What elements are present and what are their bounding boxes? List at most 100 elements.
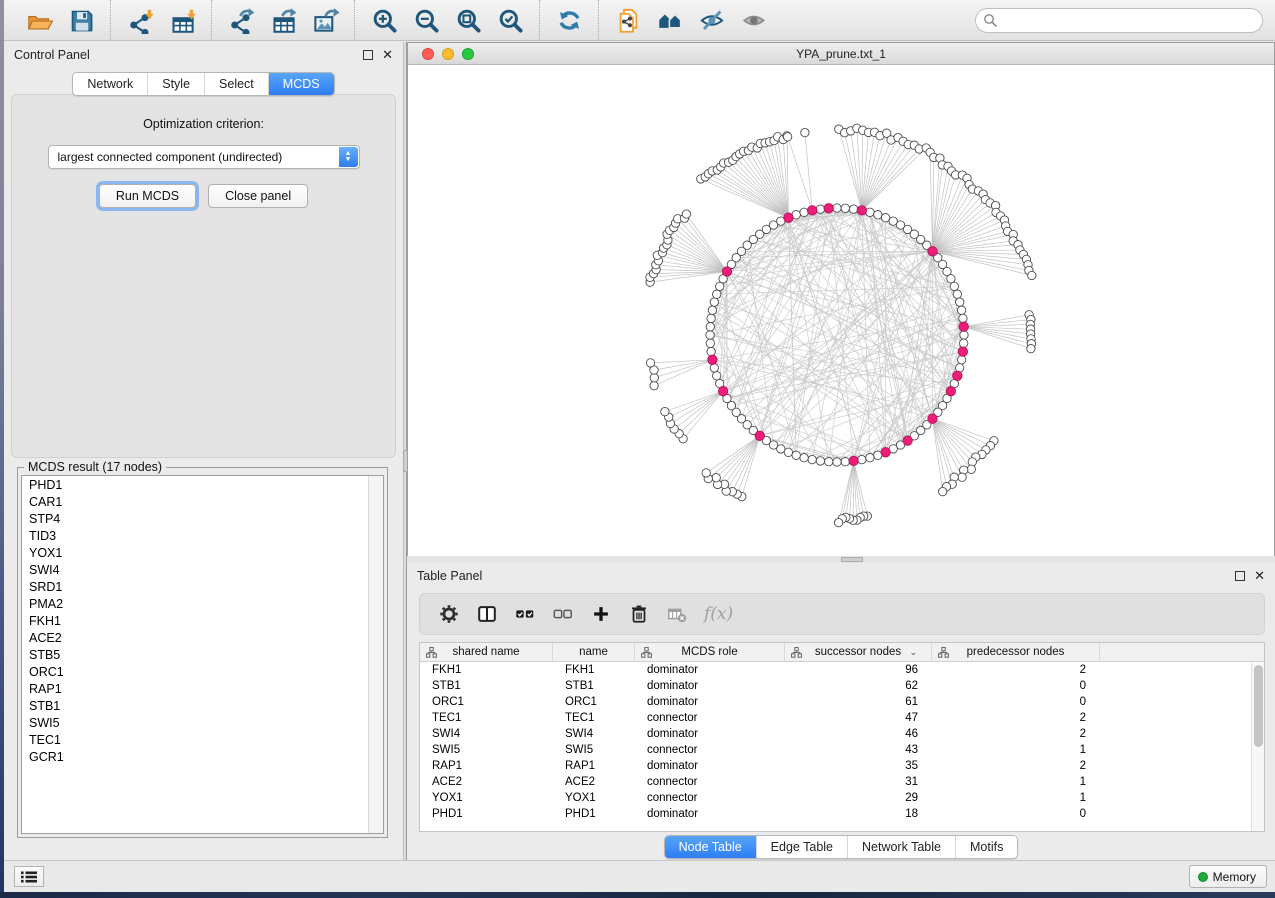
run-mcds-button[interactable]: Run MCDS: [99, 184, 196, 208]
maximize-window-button[interactable]: [462, 48, 474, 60]
gear-button[interactable]: [438, 603, 460, 625]
add-button[interactable]: [590, 603, 612, 625]
select-all-button[interactable]: [514, 603, 536, 625]
optimization-label: Optimization criterion:: [12, 117, 395, 131]
mcds-result-item[interactable]: SRD1: [22, 578, 383, 595]
export-network-button[interactable]: [220, 3, 262, 37]
first-neighbors-button[interactable]: [649, 3, 691, 37]
zoom-selected-button[interactable]: [489, 3, 531, 37]
column-type-icon: [641, 647, 652, 658]
table-row[interactable]: TEC1TEC1connector472: [420, 710, 1264, 726]
import-network-button[interactable]: [119, 3, 161, 37]
hide-selected-button[interactable]: [691, 3, 733, 37]
column-header-successor-nodes[interactable]: successor nodes⌄: [785, 643, 932, 661]
network-titlebar[interactable]: YPA_prune.txt_1: [408, 43, 1274, 65]
table-row[interactable]: SWI4SWI4dominator462: [420, 726, 1264, 742]
table-tab-node-table[interactable]: Node Table: [665, 836, 756, 858]
open-folder-button[interactable]: [18, 3, 60, 37]
import-table-button[interactable]: [161, 3, 203, 37]
table-row[interactable]: ACE2ACE2connector311: [420, 774, 1264, 790]
network-canvas[interactable]: [408, 65, 1274, 556]
h-splitter-handle[interactable]: [841, 557, 863, 562]
mcds-list-scrollbar[interactable]: [368, 476, 383, 833]
column-header-predecessor-nodes[interactable]: predecessor nodes: [932, 643, 1100, 661]
column-header-shared-name[interactable]: shared name: [420, 643, 553, 661]
export-table-button[interactable]: [262, 3, 304, 37]
tab-style[interactable]: Style: [147, 73, 204, 95]
mcds-result-item[interactable]: CAR1: [22, 493, 383, 510]
horizontal-splitter[interactable]: [407, 556, 1275, 563]
column-header-name[interactable]: name: [553, 643, 635, 661]
mcds-result-item[interactable]: SWI5: [22, 714, 383, 731]
mcds-result-item[interactable]: PHD1: [22, 476, 383, 493]
table-row[interactable]: FKH1FKH1dominator962: [420, 662, 1264, 678]
float-table-panel-icon[interactable]: [1235, 571, 1245, 581]
zoom-selected-icon: [497, 7, 524, 34]
deselect-all-button[interactable]: [552, 603, 574, 625]
mcds-result-item[interactable]: FKH1: [22, 612, 383, 629]
search-input[interactable]: [998, 14, 1262, 28]
export-image-button[interactable]: [304, 3, 346, 37]
table-row[interactable]: ORC1ORC1dominator610: [420, 694, 1264, 710]
table-tab-edge-table[interactable]: Edge Table: [756, 836, 847, 858]
mcds-result-item[interactable]: STB1: [22, 697, 383, 714]
toolbar-group: [539, 0, 598, 40]
columns-button[interactable]: [476, 603, 498, 625]
tab-select[interactable]: Select: [204, 73, 268, 95]
mcds-result-item[interactable]: TEC1: [22, 731, 383, 748]
mcds-result-item[interactable]: STP4: [22, 510, 383, 527]
table-cell: 35: [785, 758, 932, 774]
mcds-result-item[interactable]: ORC1: [22, 663, 383, 680]
table-scrollbar-thumb[interactable]: [1254, 665, 1263, 747]
show-all-button[interactable]: [733, 3, 775, 37]
new-from-selection-button[interactable]: [607, 3, 649, 37]
table-tab-network-table[interactable]: Network Table: [847, 836, 955, 858]
mcds-result-item[interactable]: PMA2: [22, 595, 383, 612]
mcds-result-item[interactable]: STB5: [22, 646, 383, 663]
memory-button[interactable]: Memory: [1189, 865, 1267, 888]
add-icon: [590, 603, 612, 625]
mcds-result-item[interactable]: ACE2: [22, 629, 383, 646]
close-window-button[interactable]: [422, 48, 434, 60]
zoom-in-button[interactable]: [363, 3, 405, 37]
mcds-result-item[interactable]: RAP1: [22, 680, 383, 697]
table-cell: 2: [932, 662, 1100, 678]
zoom-fit-button[interactable]: [447, 3, 489, 37]
table-scrollbar[interactable]: [1251, 663, 1264, 831]
optimization-select[interactable]: largest connected component (undirected)…: [48, 145, 360, 169]
table-row[interactable]: YOX1YOX1connector291: [420, 790, 1264, 806]
close-panel-icon[interactable]: ✕: [382, 50, 393, 60]
table-row[interactable]: STB1STB1dominator620: [420, 678, 1264, 694]
save-button[interactable]: [60, 3, 102, 37]
table-row[interactable]: PHD1PHD1dominator180: [420, 806, 1264, 822]
trash-button[interactable]: [628, 603, 650, 625]
close-table-panel-icon[interactable]: ✕: [1254, 571, 1265, 581]
table-cell: 2: [932, 710, 1100, 726]
zoom-out-button[interactable]: [405, 3, 447, 37]
export-table-icon: [270, 7, 297, 34]
tab-mcds[interactable]: MCDS: [268, 73, 334, 95]
column-header-MCDS-role[interactable]: MCDS role: [635, 643, 785, 661]
app-window: Control Panel ✕ NetworkStyleSelectMCDS O…: [4, 0, 1275, 892]
mcds-result-item[interactable]: YOX1: [22, 544, 383, 561]
refresh-button[interactable]: [548, 3, 590, 37]
function-builder-icon: f(x): [704, 604, 733, 624]
table-cell: 47: [785, 710, 932, 726]
memory-label: Memory: [1213, 870, 1256, 884]
gear-icon: [438, 603, 460, 625]
minimize-window-button[interactable]: [442, 48, 454, 60]
table-row[interactable]: RAP1RAP1dominator352: [420, 758, 1264, 774]
table-cell: YOX1: [553, 790, 635, 806]
mcds-result-item[interactable]: GCR1: [22, 748, 383, 765]
task-history-button[interactable]: [14, 866, 44, 887]
float-panel-icon[interactable]: [363, 50, 373, 60]
mcds-result-item[interactable]: SWI4: [22, 561, 383, 578]
table-cell: dominator: [635, 694, 785, 710]
table-tab-motifs[interactable]: Motifs: [955, 836, 1017, 858]
table-row[interactable]: SWI5SWI5connector431: [420, 742, 1264, 758]
close-panel-button[interactable]: Close panel: [208, 184, 308, 208]
search-field[interactable]: [975, 8, 1263, 33]
mcds-result-item[interactable]: TID3: [22, 527, 383, 544]
table-header-row: shared namenameMCDS rolesuccessor nodes⌄…: [420, 643, 1264, 662]
tab-network[interactable]: Network: [73, 73, 147, 95]
